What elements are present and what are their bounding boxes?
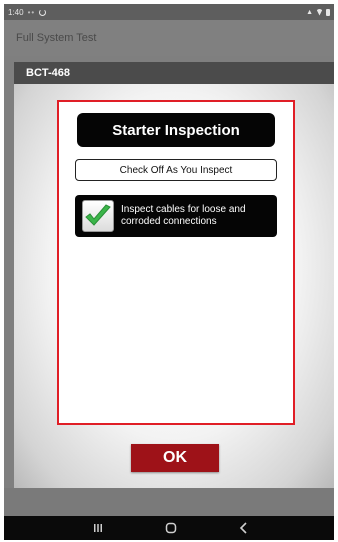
- device-header: BCT-468: [14, 62, 334, 84]
- back-icon[interactable]: [236, 520, 252, 536]
- instruction-label: Check Off As You Inspect: [75, 159, 277, 181]
- status-bar: 1:40 •• ▲: [4, 4, 334, 20]
- battery-icon: [326, 8, 330, 16]
- status-right: ▲: [306, 8, 330, 16]
- sync-icon: [39, 8, 47, 16]
- tablet-screen: 1:40 •• ▲ Full System Test BCT-468 Start…: [4, 4, 334, 540]
- inspection-panel: Starter Inspection Check Off As You Insp…: [14, 84, 334, 488]
- navigation-bar: [4, 516, 334, 540]
- notification-dots-icon: ••: [27, 7, 36, 17]
- checklist-item-label: Inspect cables for loose and corroded co…: [121, 204, 246, 227]
- wifi-icon: [316, 8, 323, 16]
- status-left: 1:40 ••: [8, 7, 47, 17]
- checkmark-icon: [85, 204, 111, 226]
- home-icon[interactable]: [163, 520, 179, 536]
- recents-icon[interactable]: [90, 520, 106, 536]
- checklist-item[interactable]: Inspect cables for loose and corroded co…: [75, 195, 277, 237]
- checklist-frame: Starter Inspection Check Off As You Insp…: [57, 100, 295, 425]
- inspection-title: Starter Inspection: [77, 113, 275, 147]
- ok-button[interactable]: OK: [131, 444, 219, 472]
- bottom-strip: [4, 488, 334, 516]
- item-checkbox[interactable]: [82, 200, 114, 232]
- status-time: 1:40: [8, 7, 24, 17]
- app-title: Full System Test: [16, 32, 97, 44]
- signal-icon: ▲: [306, 8, 313, 16]
- device-id-label: BCT-468: [26, 67, 71, 79]
- app-bar: Full System Test: [4, 20, 334, 56]
